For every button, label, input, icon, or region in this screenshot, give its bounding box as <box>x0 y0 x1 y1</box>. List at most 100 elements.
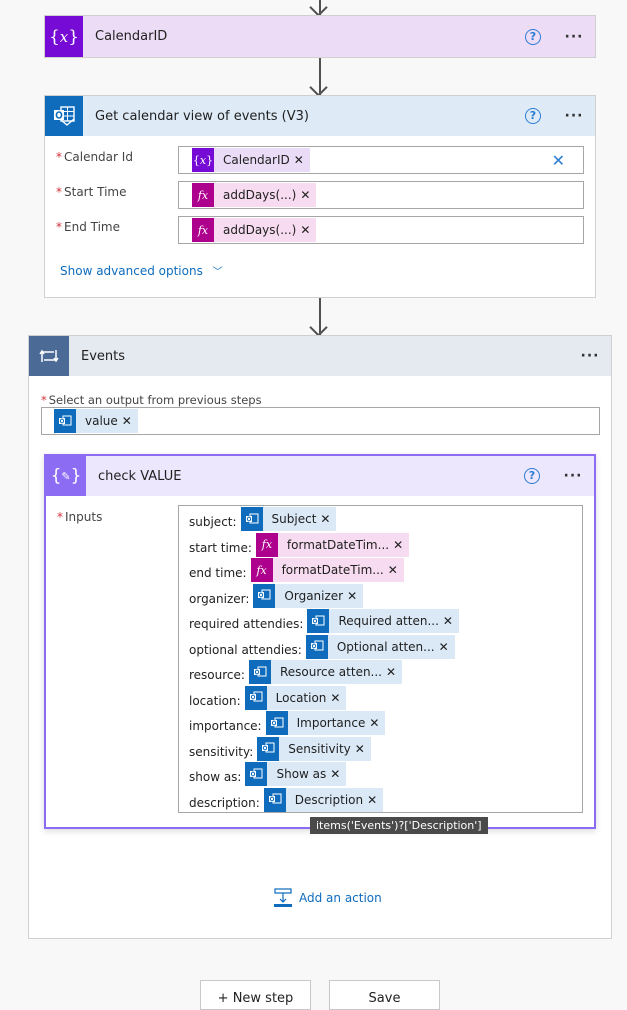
expression-icon: fx <box>192 183 214 207</box>
remove-token-icon[interactable]: ✕ <box>122 414 138 428</box>
input-row: resource: Resource atten... ✕ <box>189 660 403 684</box>
variable-icon: {x} <box>45 16 83 57</box>
add-action-icon <box>274 888 292 907</box>
calendar-id-step[interactable]: {x} CalendarID ? ··· <box>44 15 596 58</box>
outlook-icon <box>54 409 76 433</box>
input-token[interactable]: Resource atten... ✕ <box>248 660 403 684</box>
remove-token-icon[interactable]: ✕ <box>367 793 383 807</box>
input-row: organizer: Organizer ✕ <box>189 583 364 608</box>
input-row-label: organizer: <box>189 591 250 606</box>
calendar-id-field[interactable]: {x} CalendarID ✕ ✕ <box>178 146 584 174</box>
get-calendar-view-step: Get calendar view of events (V3) ? ··· *… <box>44 95 596 298</box>
step-header[interactable]: {✎} check VALUE ? ··· <box>46 456 594 496</box>
expression-icon: fx <box>255 532 278 557</box>
more-options-icon[interactable]: ··· <box>579 348 601 364</box>
variable-icon: {x} <box>192 148 214 172</box>
new-step-button[interactable]: + New step <box>200 980 311 1010</box>
more-options-icon[interactable]: ··· <box>563 29 585 45</box>
token-tooltip: items('Events')?['Description'] <box>310 817 488 834</box>
remove-token-icon[interactable]: ✕ <box>369 716 385 730</box>
input-row-label: resource: <box>189 668 245 682</box>
input-row-label: required attendies: <box>189 617 304 631</box>
input-token[interactable]: Show as ✕ <box>245 762 347 786</box>
connector-arrow <box>319 0 321 15</box>
input-token[interactable]: Organizer ✕ <box>253 583 364 608</box>
input-token[interactable]: Importance ✕ <box>265 711 386 735</box>
input-row: start time: fx formatDateTim... ✕ <box>189 532 410 557</box>
outlook-icon <box>248 660 271 684</box>
input-row: importance: Importance ✕ <box>189 711 386 735</box>
loop-icon <box>29 336 69 376</box>
help-icon[interactable]: ? <box>525 108 541 124</box>
step-title: check VALUE <box>98 468 182 484</box>
input-row-label: sensitivity: <box>189 744 254 759</box>
check-value-step: {✎} check VALUE ? ··· * Inputs subject: Su… <box>44 454 596 834</box>
input-row: subject: Subject ✕ <box>189 507 337 531</box>
calendar-id-token[interactable]: {x} CalendarID ✕ <box>192 148 310 172</box>
compose-icon: {✎} <box>46 456 86 496</box>
step-title: CalendarID <box>95 29 168 44</box>
remove-token-icon[interactable]: ✕ <box>393 538 409 552</box>
step-header[interactable]: Get calendar view of events (V3) ? ··· <box>45 96 595 136</box>
outlook-icon <box>263 787 286 812</box>
remove-token-icon[interactable]: ✕ <box>443 614 459 628</box>
end-time-label: * End Time <box>56 220 120 234</box>
input-token[interactable]: Location ✕ <box>244 685 347 710</box>
loop-header[interactable]: Events ··· <box>29 336 611 376</box>
remove-token-icon[interactable]: ✕ <box>386 665 402 679</box>
outlook-icon <box>305 634 328 659</box>
remove-token-icon[interactable]: ✕ <box>320 512 336 526</box>
input-token[interactable]: fx formatDateTim... ✕ <box>250 558 404 582</box>
remove-token-icon[interactable]: ✕ <box>300 223 316 237</box>
help-icon[interactable]: ? <box>525 28 541 45</box>
input-row-label: start time: <box>189 540 252 555</box>
value-token[interactable]: value ✕ <box>54 409 138 433</box>
outlook-icon <box>45 96 83 136</box>
input-row-label: end time: <box>189 566 247 580</box>
help-icon[interactable]: ? <box>524 468 540 484</box>
outlook-icon <box>244 685 267 710</box>
input-token[interactable]: fx formatDateTim... ✕ <box>255 532 410 557</box>
outlook-icon <box>265 711 288 735</box>
remove-token-icon[interactable]: ✕ <box>347 589 363 603</box>
outlook-icon <box>253 583 276 608</box>
remove-token-icon[interactable]: ✕ <box>355 742 371 756</box>
save-button[interactable]: Save <box>329 980 440 1010</box>
remove-token-icon[interactable]: ✕ <box>330 691 346 705</box>
remove-token-icon[interactable]: ✕ <box>330 767 346 781</box>
input-token[interactable]: Subject ✕ <box>240 507 337 531</box>
input-row-label: show as: <box>189 770 242 784</box>
input-row-label: subject: <box>189 515 237 529</box>
remove-token-icon[interactable]: ✕ <box>439 640 455 654</box>
input-token[interactable]: Optional atten... ✕ <box>305 634 455 659</box>
input-row-label: description: <box>189 795 260 810</box>
remove-token-icon[interactable]: ✕ <box>294 153 310 167</box>
select-output-field[interactable]: value ✕ <box>41 407 600 435</box>
add-action-button[interactable]: Add an action <box>273 888 382 908</box>
remove-token-icon[interactable]: ✕ <box>388 563 404 577</box>
input-row: required attendies: Required atten... ✕ <box>189 609 459 633</box>
input-row: location: Location ✕ <box>189 685 347 710</box>
inputs-label: * Inputs <box>57 510 103 524</box>
more-options-icon[interactable]: ··· <box>562 468 584 484</box>
end-time-field[interactable]: fx addDays(...) ✕ <box>178 216 584 244</box>
chevron-down-icon: ﹀ <box>212 267 223 278</box>
inputs-field[interactable]: subject: Subject ✕ start time: fx formatDateT… <box>178 505 583 813</box>
input-token[interactable]: Required atten... ✕ <box>307 609 459 633</box>
show-advanced-options-link[interactable]: Show advanced options ﹀ <box>60 263 223 278</box>
expression-icon: fx <box>192 218 214 242</box>
end-time-token[interactable]: fx addDays(...) ✕ <box>192 218 317 242</box>
start-time-field[interactable]: fx addDays(...) ✕ <box>178 181 584 209</box>
input-token[interactable]: Description ✕ <box>263 787 384 812</box>
input-row-label: optional attendies: <box>189 642 302 657</box>
connector-arrow <box>319 58 321 95</box>
input-row: end time: fx formatDateTim... ✕ <box>189 558 404 582</box>
input-token[interactable]: Sensitivity ✕ <box>257 736 371 761</box>
input-row: sensitivity: Sensitivity ✕ <box>189 736 371 761</box>
clear-field-icon[interactable]: ✕ <box>552 151 565 170</box>
input-row: description: Description ✕ <box>189 787 384 812</box>
more-options-icon[interactable]: ··· <box>563 108 585 124</box>
start-time-token[interactable]: fx addDays(...) ✕ <box>192 183 317 207</box>
remove-token-icon[interactable]: ✕ <box>300 188 316 202</box>
outlook-icon <box>257 736 280 761</box>
